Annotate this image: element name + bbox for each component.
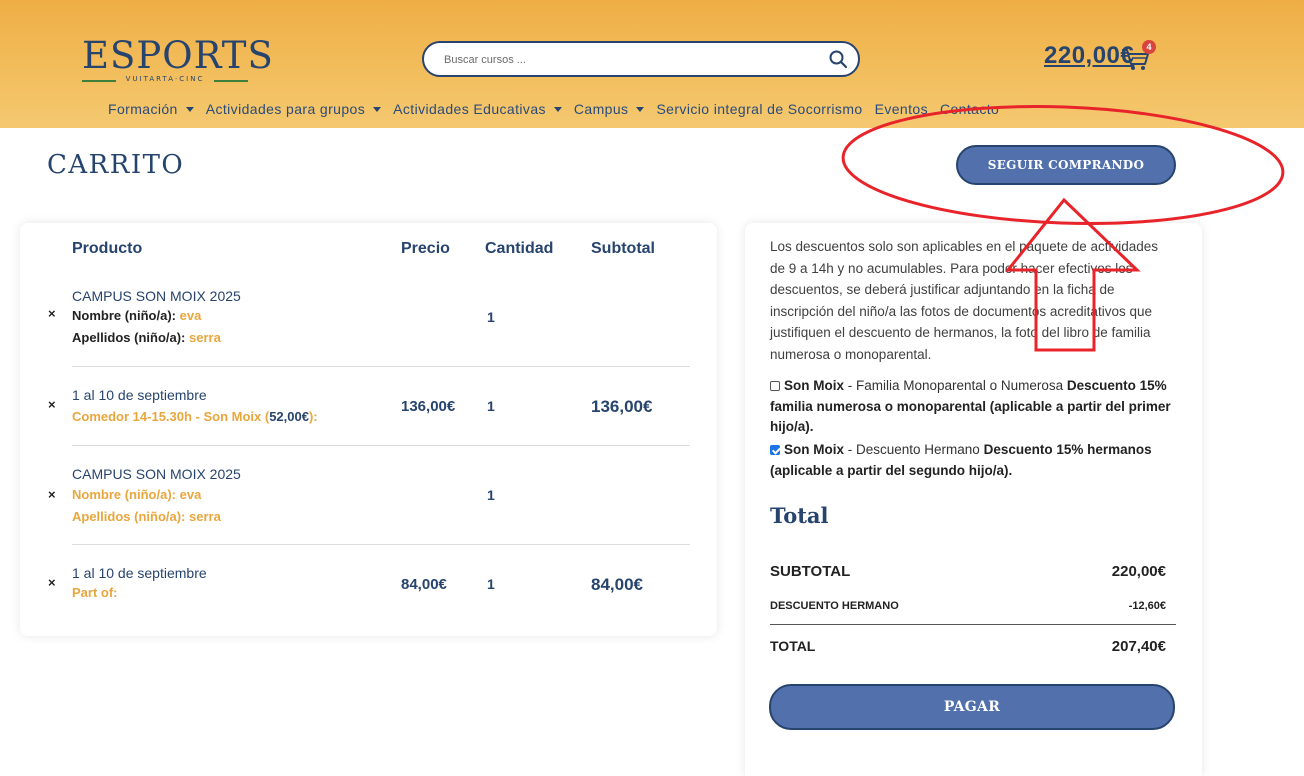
product-meta-surname: Apellidos (niño/a): serra <box>72 509 221 524</box>
main-nav: Formación Actividades para grupos Activi… <box>108 99 1011 119</box>
discount-option-sibling: Son Moix - Descuento Hermano Descuento 1… <box>770 442 1152 478</box>
row-divider <box>72 445 690 446</box>
site-header: ESPORTS VUITARTA·CINC 220,00€ 4 Formació… <box>0 0 1304 128</box>
logo-wordmark: ESPORTS <box>82 34 274 77</box>
summary-subtotal-value: 220,00€ <box>1111 563 1166 580</box>
remove-item-button[interactable]: × <box>48 575 56 590</box>
column-header-subtotal: Subtotal <box>591 240 655 257</box>
product-name[interactable]: 1 al 10 de septiembre <box>72 387 207 403</box>
nav-item-actividades-grupos[interactable]: Actividades para grupos <box>206 99 382 119</box>
cart-count-badge: 4 <box>1142 40 1156 54</box>
row-divider <box>72 366 690 367</box>
nav-item-formacion[interactable]: Formación <box>108 99 194 119</box>
summary-discount-label: DESCUENTO HERMANO <box>770 600 899 612</box>
pay-button[interactable]: PAGAR <box>769 684 1175 730</box>
column-header-product: Producto <box>72 240 143 257</box>
continue-shopping-button[interactable]: SEGUIR COMPRANDO <box>956 145 1176 185</box>
chevron-down-icon <box>185 106 194 112</box>
nav-item-contacto[interactable]: Contacto <box>940 99 999 119</box>
chevron-down-icon <box>373 106 382 112</box>
price-value: 84,00€ <box>401 576 447 593</box>
discount-notice: Los descuentos solo son aplicables en el… <box>770 239 1159 362</box>
quantity-value[interactable]: 1 <box>487 398 495 414</box>
summary-divider <box>770 624 1176 625</box>
quantity-value[interactable]: 1 <box>487 576 495 592</box>
logo-tagline: VUITARTA·CINC <box>82 75 248 86</box>
discount-checkbox[interactable] <box>770 381 780 391</box>
remove-item-button[interactable]: × <box>48 397 56 412</box>
remove-item-button[interactable]: × <box>48 306 56 321</box>
search-bar <box>422 41 860 77</box>
nav-item-socorrismo[interactable]: Servicio integral de Socorrismo <box>656 99 862 119</box>
nav-item-actividades-educativas[interactable]: Actividades Educativas <box>393 99 562 119</box>
subtotal-value: 84,00€ <box>591 575 643 594</box>
site-logo[interactable]: ESPORTS VUITARTA·CINC <box>82 34 273 86</box>
quantity-value[interactable]: 1 <box>487 487 495 503</box>
summary-total-value: 207,40€ <box>1111 638 1166 655</box>
product-meta-name: Nombre (niño/a): eva <box>72 487 202 502</box>
totals-heading: Total <box>770 503 829 528</box>
discount-option-family: Son Moix - Familia Monoparental o Numero… <box>770 378 1171 434</box>
product-meta-surname: Apellidos (niño/a): serra <box>72 330 221 345</box>
chevron-down-icon <box>636 106 645 112</box>
nav-item-campus[interactable]: Campus <box>574 99 645 119</box>
price-value: 136,00€ <box>401 398 456 415</box>
row-divider <box>72 544 690 545</box>
discount-checkbox[interactable] <box>770 445 780 455</box>
summary-total-label: TOTAL <box>770 638 816 654</box>
search-input[interactable] <box>444 51 824 69</box>
summary-discount-value: -12,60€ <box>1128 600 1166 612</box>
product-name[interactable]: 1 al 10 de septiembre <box>72 565 207 581</box>
column-header-price: Precio <box>401 240 450 257</box>
remove-item-button[interactable]: × <box>48 487 56 502</box>
chevron-down-icon <box>553 106 562 112</box>
product-name[interactable]: CAMPUS SON MOIX 2025 <box>72 466 241 482</box>
product-meta-name: Nombre (niño/a): eva <box>72 308 202 323</box>
product-name[interactable]: CAMPUS SON MOIX 2025 <box>72 288 241 304</box>
subtotal-value: 136,00€ <box>591 397 653 416</box>
page-title: CARRITO <box>47 150 185 180</box>
quantity-value[interactable]: 1 <box>487 309 495 325</box>
product-option: Part of: <box>72 585 118 600</box>
column-header-quantity: Cantidad <box>485 240 554 257</box>
search-icon[interactable] <box>828 49 848 69</box>
product-option: Comedor 14-15.30h - Son Moix (52,00€): <box>72 409 318 424</box>
summary-subtotal-label: SUBTOTAL <box>770 563 851 580</box>
nav-item-eventos[interactable]: Eventos <box>875 99 928 119</box>
